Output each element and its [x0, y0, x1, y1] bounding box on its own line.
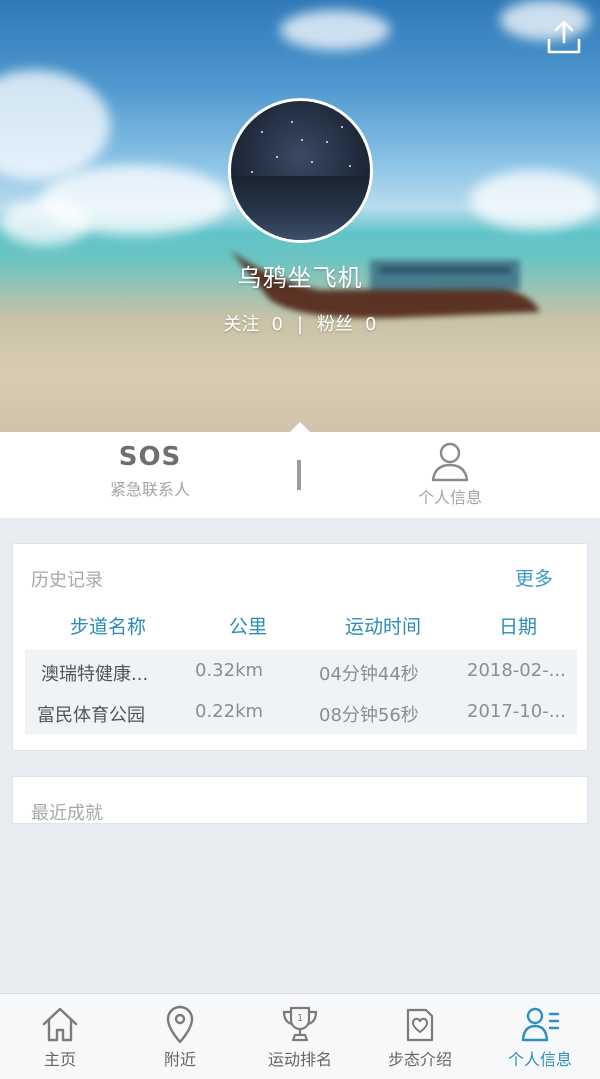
heart-card-icon	[406, 1008, 434, 1042]
tab-nearby[interactable]: 附近	[120, 994, 240, 1079]
action-bar: SOS 紧急联系人 个人信息	[0, 422, 600, 518]
personal-info-label: 个人信息	[417, 488, 482, 507]
cloud-decoration	[470, 170, 600, 230]
person-icon	[431, 442, 469, 482]
cell-track-name: 富民体育公园	[37, 705, 145, 726]
cell-duration: 04分钟44秒	[319, 664, 419, 685]
sos-title: SOS	[118, 442, 182, 472]
bottom-tab-bar: 主页 附近 1 运动排名 步态介绍 个人信息	[0, 993, 600, 1079]
location-pin-icon	[166, 1005, 194, 1044]
column-header-track-name: 步道名称	[69, 616, 146, 638]
cloud-decoration	[0, 200, 90, 245]
cell-date: 2018-02-...	[467, 660, 566, 681]
history-title: 历史记录	[31, 570, 103, 591]
profile-header: 乌鸦坐飞机 关注 0 | 粉丝 0	[0, 0, 600, 432]
history-card: 历史记录 更多 步道名称 公里 运动时间 日期 澳瑞特健康... 0.32km …	[12, 543, 588, 751]
follow-stats: 关注 0 | 粉丝 0	[0, 310, 600, 336]
cell-date: 2017-10-...	[467, 701, 566, 722]
home-icon	[42, 1007, 78, 1042]
more-link[interactable]: 更多	[515, 564, 553, 591]
table-row[interactable]: 富民体育公园 0.22km 08分钟56秒 2017-10-...	[25, 693, 577, 733]
cell-distance: 0.32km	[195, 660, 264, 681]
column-header-distance: 公里	[228, 616, 267, 638]
sos-subtitle: 紧急联系人	[109, 480, 190, 499]
share-icon[interactable]	[544, 18, 584, 58]
tab-ranking[interactable]: 1 运动排名	[240, 994, 360, 1079]
column-header-date: 日期	[498, 616, 537, 638]
tab-gait-intro[interactable]: 步态介绍	[360, 994, 480, 1079]
history-table-header: 步道名称 公里 运动时间 日期	[23, 612, 579, 642]
fans-count[interactable]: 0	[365, 314, 376, 335]
sos-button[interactable]: SOS 紧急联系人	[60, 442, 240, 508]
avatar[interactable]	[228, 98, 373, 243]
person-list-icon	[521, 1007, 560, 1042]
username: 乌鸦坐飞机	[237, 264, 363, 292]
tab-label: 附近	[163, 1050, 196, 1069]
caret-indicator	[289, 422, 311, 433]
cloud-decoration	[280, 10, 390, 50]
history-table-body: 澳瑞特健康... 0.32km 04分钟44秒 2018-02-... 富民体育…	[25, 650, 577, 734]
svg-text:1: 1	[297, 1013, 303, 1024]
stats-separator: |	[296, 314, 304, 335]
tab-label: 步态介绍	[387, 1050, 452, 1069]
divider	[297, 460, 301, 490]
tab-label: 运动排名	[267, 1050, 332, 1069]
trophy-icon: 1	[282, 1006, 318, 1042]
fans-label[interactable]: 粉丝	[317, 314, 353, 335]
achievements-card: 最近成就	[12, 776, 588, 824]
cell-track-name: 澳瑞特健康...	[41, 664, 149, 685]
tab-label: 主页	[43, 1050, 76, 1069]
follow-label[interactable]: 关注	[224, 314, 260, 335]
achievements-title: 最近成就	[31, 803, 103, 824]
tab-label: 个人信息	[507, 1050, 572, 1069]
table-row[interactable]: 澳瑞特健康... 0.32km 04分钟44秒 2018-02-...	[25, 652, 577, 692]
follow-count[interactable]: 0	[272, 314, 283, 335]
tab-personal-info[interactable]: 个人信息	[480, 994, 600, 1079]
column-header-duration: 运动时间	[344, 616, 421, 638]
personal-info-button[interactable]: 个人信息	[360, 440, 540, 510]
cell-duration: 08分钟56秒	[319, 705, 419, 726]
cell-distance: 0.22km	[195, 701, 264, 722]
tab-home[interactable]: 主页	[0, 994, 120, 1079]
cloud-decoration	[0, 70, 110, 180]
